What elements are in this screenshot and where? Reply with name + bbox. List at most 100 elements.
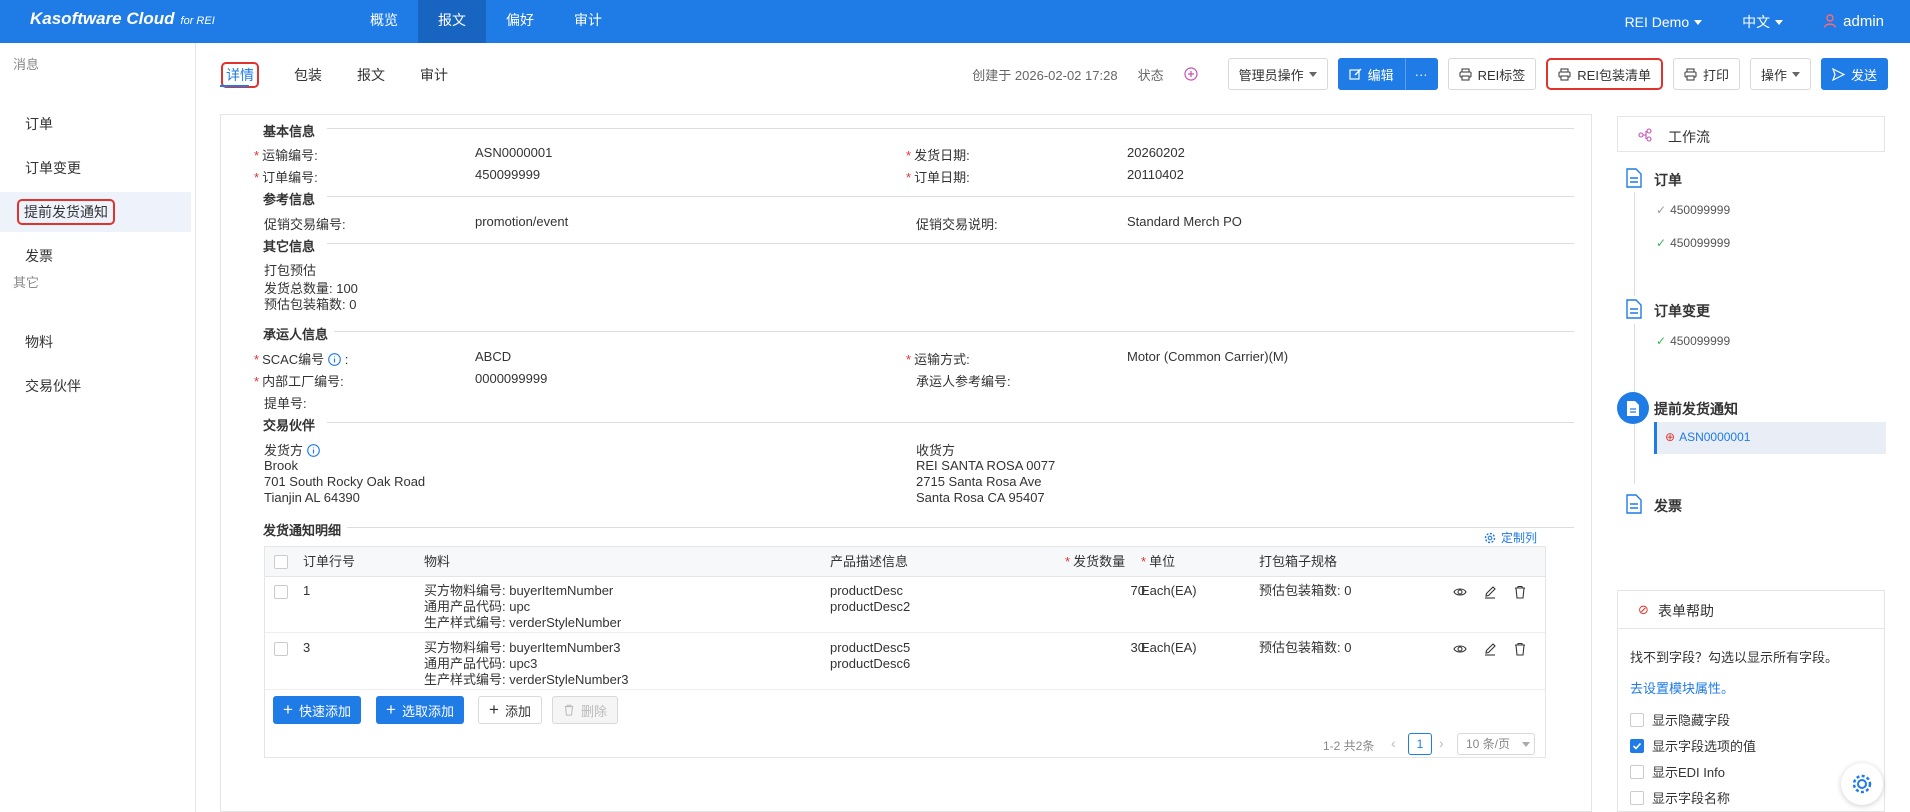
pager-prev-icon[interactable]: ‹ [1391, 735, 1396, 751]
workflow-node-orders[interactable]: 订单 [1654, 170, 1682, 190]
brand-logo[interactable]: Kasoftware Cloud for REI [30, 9, 215, 29]
sidebar-item-invoices[interactable]: 发票 [0, 236, 191, 276]
workflow-node-invoices[interactable]: 发票 [1654, 496, 1682, 516]
sidebar-item-orders[interactable]: 订单 [0, 104, 191, 144]
plus-icon: + [489, 700, 499, 719]
section-title: 其它信息 [263, 236, 322, 255]
pack-estimate-title: 打包预估 [264, 263, 317, 278]
chevron-down-icon [1775, 20, 1784, 26]
sidebar-item-partners[interactable]: 交易伙伴 [0, 366, 191, 406]
receiver-label: 收货方 [916, 443, 956, 458]
workflow-node-order-changes[interactable]: 订单变更 [1654, 301, 1710, 321]
sidebar-item-asn[interactable]: 提前发货通知 [0, 192, 191, 232]
section-title: 基本信息 [263, 121, 322, 140]
promo-desc-label: 促销交易说明: [916, 217, 998, 232]
workflow-item[interactable]: ✓ 450099999 [1656, 334, 1730, 348]
nav-preferences[interactable]: 偏好 [486, 0, 554, 43]
shipper-name: Brook [264, 458, 298, 473]
tenant-dropdown[interactable]: REI Demo [1625, 14, 1703, 30]
actions-label: 操作 [1760, 67, 1787, 83]
pager-page[interactable]: 1 [1408, 733, 1432, 755]
trash-icon[interactable] [1513, 585, 1527, 599]
toolbar: 创建于 2026-02-02 17:28 状态 管理员操作 编辑 ··· REI… [972, 58, 1888, 90]
quick-add-button[interactable]: + 快速添加 [273, 696, 361, 724]
sidebar-item-order-changes[interactable]: 订单变更 [0, 148, 191, 188]
view-icon[interactable] [1453, 585, 1467, 599]
workflow-item[interactable]: ✓ 450099999 [1656, 236, 1730, 250]
user-icon [1823, 14, 1837, 28]
edit-icon[interactable] [1483, 585, 1497, 599]
col-qty: 发货数量 [1065, 547, 1125, 577]
show-option-values-checkbox[interactable]: 显示字段选项的值 [1630, 736, 1756, 755]
page-size-select[interactable]: 10 条/页 [1457, 733, 1535, 755]
delete-button[interactable]: 删除 [552, 696, 619, 724]
chevron-down-icon [1308, 71, 1317, 77]
printer-icon [1558, 67, 1571, 81]
user-menu[interactable]: admin [1823, 13, 1884, 30]
tab-details[interactable]: 详情 [216, 58, 264, 88]
info-icon[interactable] [307, 444, 320, 457]
nav-messages[interactable]: 报文 [418, 0, 486, 43]
edit-more-button[interactable]: ··· [1404, 58, 1438, 90]
row-desc-1: productDesc5 [830, 640, 911, 655]
tab-audit[interactable]: 审计 [415, 58, 453, 88]
row-line-no: 3 [303, 640, 311, 655]
add-button[interactable]: + 添加 [478, 696, 542, 724]
nav-overview[interactable]: 概览 [350, 0, 418, 43]
show-edi-info-checkbox[interactable]: 显示EDI Info [1630, 762, 1725, 781]
select-add-label: 选取添加 [401, 703, 454, 719]
language-dropdown[interactable]: 中文 [1742, 12, 1784, 32]
nav-audit[interactable]: 审计 [554, 0, 622, 43]
sidebar-item-materials[interactable]: 物料 [0, 322, 191, 362]
row-checkbox[interactable] [274, 585, 288, 599]
settings-fab[interactable] [1841, 763, 1883, 805]
show-field-names-checkbox[interactable]: 显示字段名称 [1630, 788, 1730, 807]
trash-icon[interactable] [1513, 642, 1527, 656]
detail-tabs: 详情 包装 报文 审计 [216, 58, 478, 88]
created-time: 创建于 2026-02-02 17:28 [972, 67, 1118, 83]
send-button[interactable]: 发送 [1820, 58, 1888, 90]
brand-sub: for REI [180, 15, 215, 27]
promo-desc-value: Standard Merch PO [1127, 214, 1242, 229]
row-material-3: 生产样式编号: verderStyleNumber3 [424, 672, 629, 687]
admin-ops-dropdown[interactable]: 管理员操作 [1227, 58, 1328, 90]
pager-next-icon[interactable]: › [1439, 735, 1444, 751]
workflow-title: 工作流 [1668, 129, 1710, 145]
tab-packaging[interactable]: 包装 [289, 58, 327, 88]
module-settings-link[interactable]: 去设置模块属性。 [1630, 678, 1734, 697]
view-icon[interactable] [1453, 642, 1467, 656]
edit-icon[interactable] [1483, 642, 1497, 656]
checkbox-label: 显示隐藏字段 [1652, 713, 1731, 728]
plus-icon: + [386, 700, 396, 719]
document-icon [1627, 400, 1639, 416]
tab-indicator [220, 85, 249, 87]
show-hidden-fields-checkbox[interactable]: 显示隐藏字段 [1630, 710, 1730, 729]
workflow-item[interactable]: ✓ 450099999 [1656, 203, 1730, 217]
gear-icon [1852, 774, 1872, 794]
scac-value: ABCD [475, 349, 512, 364]
edit-button[interactable]: 编辑 [1337, 58, 1405, 90]
row-line-no: 1 [303, 583, 311, 598]
actions-dropdown[interactable]: 操作 [1749, 58, 1811, 90]
printer-icon [1459, 67, 1472, 81]
workflow-line [1634, 192, 1635, 296]
col-desc: 产品描述信息 [830, 554, 909, 569]
print-button[interactable]: 打印 [1672, 58, 1740, 90]
select-all-checkbox[interactable] [274, 555, 288, 569]
select-add-button[interactable]: + 选取添加 [376, 696, 464, 724]
workflow-item-active[interactable]: ⊕ ASN0000001 [1654, 422, 1886, 454]
method-value: Motor (Common Carrier)(M) [1127, 349, 1289, 364]
row-qty: 30 [1130, 640, 1145, 655]
ship-no-label: 运输编号: [254, 145, 318, 164]
row-qty: 70 [1130, 583, 1145, 598]
add-status-icon[interactable] [1183, 67, 1198, 81]
workflow-node-asn[interactable]: 提前发货通知 [1654, 399, 1738, 419]
rei-packing-list-button[interactable]: REI包装清单 [1546, 58, 1663, 90]
row-checkbox[interactable] [274, 642, 288, 656]
send-text: 发送 [1850, 67, 1877, 83]
customize-columns-link[interactable]: 定制列 [1484, 529, 1537, 546]
tab-message[interactable]: 报文 [352, 58, 390, 88]
info-icon[interactable] [328, 353, 342, 366]
rei-label-button[interactable]: REI标签 [1447, 58, 1537, 90]
shipper-street: 701 South Rocky Oak Road [264, 474, 426, 489]
